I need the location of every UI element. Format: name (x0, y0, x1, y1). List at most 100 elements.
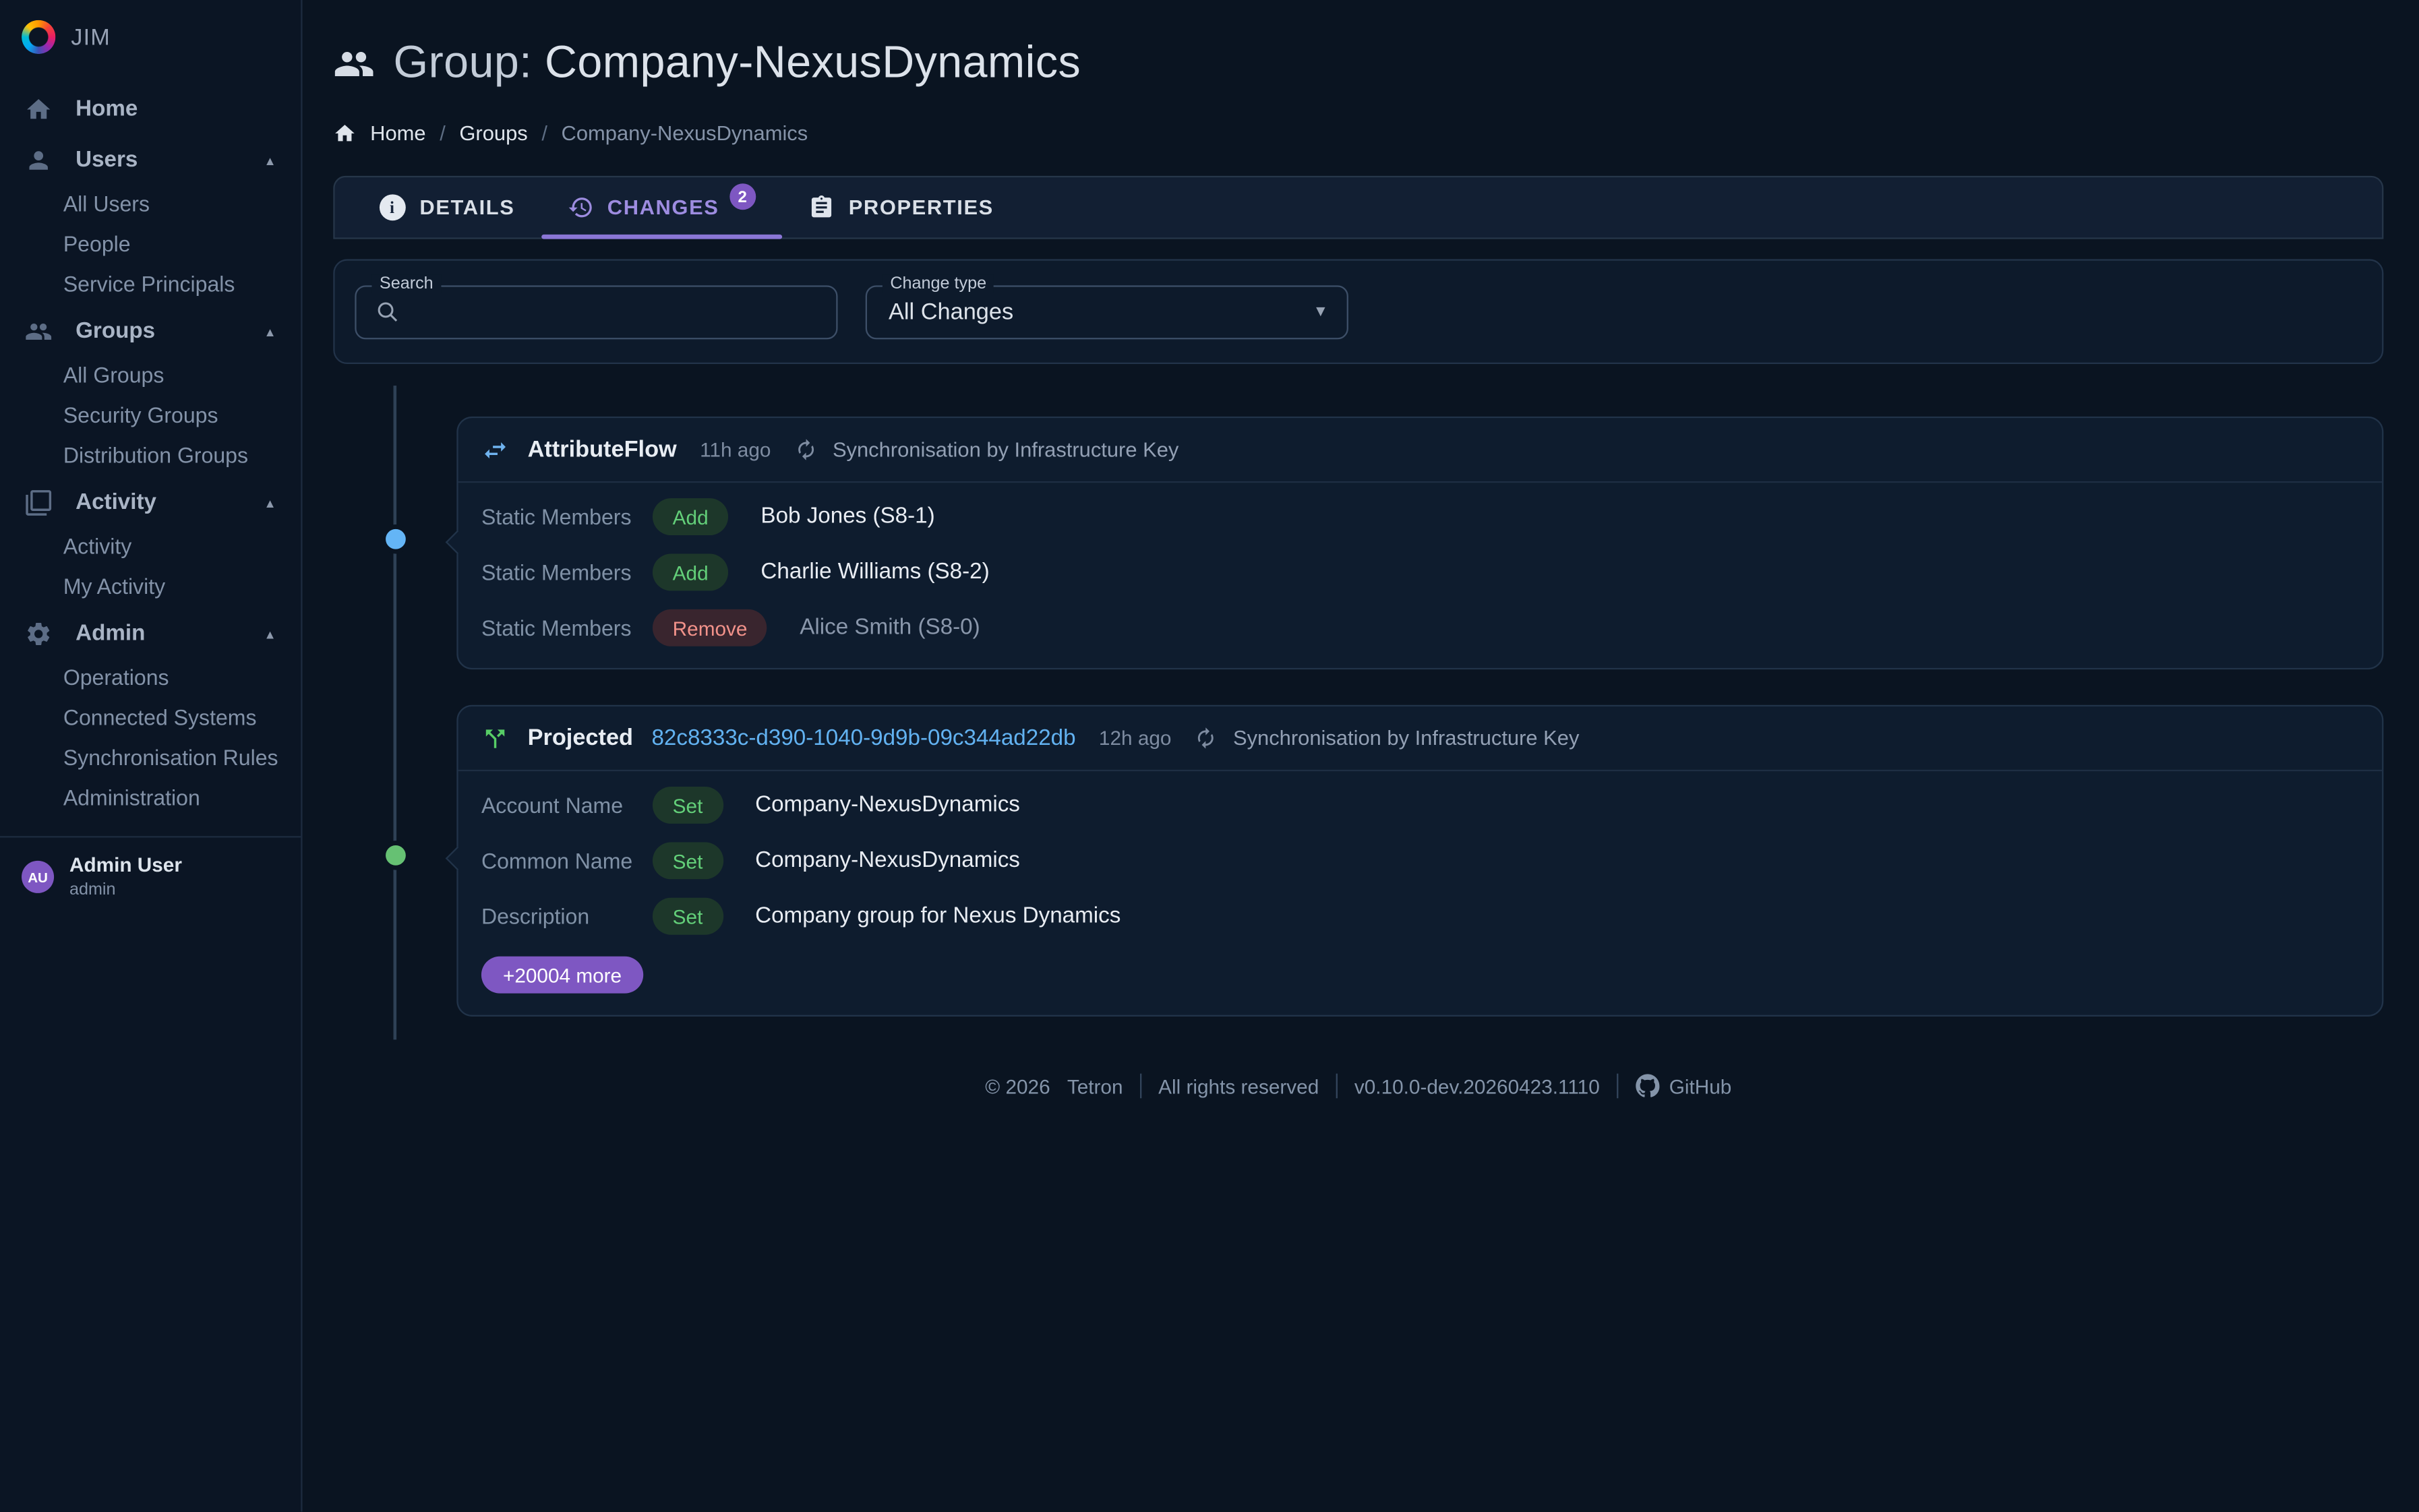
breadcrumb-separator: / (541, 121, 547, 144)
attribute-value: Company group for Nexus Dynamics (755, 904, 1121, 929)
sidebar-section-users[interactable]: Users ▲ (0, 138, 301, 184)
groups-icon (333, 42, 375, 84)
footer-brand: Tetron (1067, 1075, 1123, 1097)
operation-badge: Set (653, 787, 723, 824)
attribute-name: Account Name (481, 793, 653, 818)
attribute-name: Description (481, 904, 653, 929)
chevron-up-icon: ▲ (264, 325, 276, 339)
footer-divider (1617, 1074, 1618, 1099)
filter-panel: Search Change type All Changes ▼ (333, 259, 2383, 364)
change-card-projected: Projected 82c8333c-d390-1040-9d9b-09c344… (456, 705, 2383, 1017)
search-icon (375, 299, 400, 324)
home-icon (333, 121, 356, 144)
chevron-up-icon: ▲ (264, 154, 276, 168)
sidebar-item-label: People (63, 231, 131, 256)
sidebar-section-activity[interactable]: Activity ▲ (0, 480, 301, 526)
sidebar-item-label: Distribution Groups (63, 443, 248, 468)
branch-split-icon (481, 724, 509, 752)
sidebar-item-label: Synchronisation Rules (63, 745, 278, 770)
sidebar-item-activity[interactable]: Activity (0, 526, 301, 566)
sidebar-item-connected-systems[interactable]: Connected Systems (0, 697, 301, 737)
change-row: Static Members Add Bob Jones (S8-1) (481, 489, 2359, 544)
info-icon: i (380, 194, 406, 220)
breadcrumb-home[interactable]: Home (370, 121, 425, 144)
sidebar-item-administration[interactable]: Administration (0, 777, 301, 817)
change-type-title: AttributeFlow (528, 437, 677, 463)
app-logo-icon[interactable] (22, 20, 55, 54)
change-type-title: Projected (528, 725, 633, 751)
operation-badge: Add (653, 498, 728, 535)
sidebar-item-label: Home (76, 97, 138, 122)
chevron-up-icon: ▲ (264, 496, 276, 510)
sidebar-section-label: Groups (76, 320, 155, 344)
sidebar-item-home[interactable]: Home (0, 86, 301, 133)
timeline-dot-blue (381, 524, 410, 553)
footer-copyright: © 2026 (985, 1075, 1050, 1097)
sidebar-item-operations[interactable]: Operations (0, 657, 301, 697)
change-source: Synchronisation by Infrastructure Key (833, 438, 1178, 461)
sidebar-item-people[interactable]: People (0, 224, 301, 264)
breadcrumb-groups[interactable]: Groups (459, 121, 527, 144)
chevron-down-icon: ▼ (1313, 303, 1329, 320)
sidebar-section-admin[interactable]: Admin ▲ (0, 611, 301, 657)
sidebar-section-groups[interactable]: Groups ▲ (0, 309, 301, 355)
github-link[interactable]: GitHub (1635, 1074, 1731, 1099)
sidebar: JIM Home Users ▲ All Users People Servic… (0, 0, 303, 1512)
github-icon (1635, 1074, 1660, 1099)
tab-details[interactable]: i DETAILS (353, 177, 541, 237)
user-name: Admin User (69, 853, 182, 879)
sidebar-item-all-groups[interactable]: All Groups (0, 355, 301, 394)
attribute-value: Company-NexusDynamics (755, 849, 1020, 874)
card-body: Static Members Add Bob Jones (S8-1) Stat… (458, 483, 2382, 668)
object-id-link[interactable]: 82c8333c-d390-1040-9d9b-09c344ad22db (651, 726, 1075, 751)
sidebar-section-label: Activity (76, 491, 156, 516)
page-title-prefix: Group: (394, 38, 533, 87)
change-time: 12h ago (1099, 727, 1172, 750)
timeline-entry: Projected 82c8333c-d390-1040-9d9b-09c344… (456, 705, 2383, 1017)
operation-badge: Set (653, 898, 723, 935)
tab-changes[interactable]: CHANGES 2 (541, 177, 782, 237)
sidebar-item-label: Activity (63, 534, 131, 559)
operation-badge: Add (653, 553, 728, 591)
home-icon (25, 96, 53, 123)
search-input[interactable] (412, 299, 818, 325)
sidebar-item-security-groups[interactable]: Security Groups (0, 395, 301, 435)
operation-badge: Remove (653, 609, 767, 646)
change-row: Static Members Remove Alice Smith (S8-0) (481, 600, 2359, 655)
change-row: Description Set Company group for Nexus … (481, 888, 2359, 944)
breadcrumb-separator: / (440, 121, 446, 144)
history-icon (567, 194, 593, 220)
user-menu[interactable]: AU Admin User admin (0, 838, 301, 917)
attribute-value: Charlie Williams (S8-2) (760, 560, 989, 585)
tab-properties[interactable]: PROPERTIES (782, 177, 1019, 237)
sidebar-item-all-users[interactable]: All Users (0, 183, 301, 223)
sidebar-item-distribution-groups[interactable]: Distribution Groups (0, 435, 301, 475)
change-time: 11h ago (700, 438, 771, 461)
sidebar-item-label: Service Principals (63, 272, 235, 297)
breadcrumb: Home / Groups / Company-NexusDynamics (333, 117, 2383, 148)
clipboard-icon (808, 194, 835, 220)
sidebar-item-service-principals[interactable]: Service Principals (0, 264, 301, 303)
swap-arrows-icon (481, 435, 509, 463)
avatar: AU (22, 861, 54, 893)
changes-timeline: AttributeFlow 11h ago Synchronisation by… (333, 386, 2383, 1039)
change-source: Synchronisation by Infrastructure Key (1233, 727, 1579, 750)
sidebar-section-label: Users (76, 148, 138, 173)
footer-rights: All rights reserved (1158, 1075, 1319, 1097)
show-more-button[interactable]: +20004 more (481, 957, 643, 994)
change-type-select[interactable]: Change type All Changes ▼ (866, 284, 1348, 338)
sidebar-nav: Home Users ▲ All Users People Service Pr… (0, 74, 301, 818)
sidebar-item-my-activity[interactable]: My Activity (0, 566, 301, 606)
logo-row: JIM (0, 0, 301, 74)
search-field[interactable]: Search (355, 284, 837, 338)
timeline-entry: AttributeFlow 11h ago Synchronisation by… (456, 417, 2383, 669)
page-title: Group: Company-NexusDynamics (394, 38, 1081, 89)
tab-label: PROPERTIES (849, 196, 994, 219)
sidebar-item-synchronisation-rules[interactable]: Synchronisation Rules (0, 737, 301, 777)
change-type-value: All Changes (889, 299, 1013, 325)
user-role: admin (69, 879, 182, 901)
sidebar-section-label: Admin (76, 622, 145, 646)
attribute-name: Static Members (481, 615, 653, 640)
page-title-name: Company-NexusDynamics (545, 38, 1081, 87)
change-row: Static Members Add Charlie Williams (S8-… (481, 545, 2359, 600)
